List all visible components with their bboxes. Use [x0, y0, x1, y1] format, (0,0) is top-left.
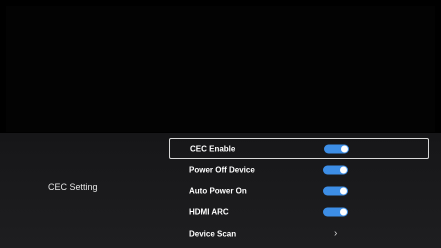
- menu-item-device-scan[interactable]: Device Scan ›: [169, 223, 429, 244]
- cec-menu-list: CEC Enable Power Off Device Auto Power O…: [169, 138, 429, 244]
- hdmi-arc-toggle[interactable]: [323, 207, 348, 217]
- preview-area: [6, 6, 435, 132]
- menu-item-auto-power-on[interactable]: Auto Power On: [169, 181, 429, 202]
- cec-enable-toggle[interactable]: [324, 144, 349, 153]
- tv-settings-screen: CEC Setting CEC Enable Power Off Device …: [0, 0, 441, 248]
- menu-item-label: CEC Enable: [190, 144, 236, 153]
- menu-item-label: Power Off Device: [189, 165, 255, 175]
- chevron-right-icon: ›: [334, 227, 338, 239]
- toggle-knob: [340, 187, 347, 195]
- toggle-knob: [340, 208, 347, 216]
- menu-item-cec-enable[interactable]: CEC Enable: [169, 138, 429, 159]
- menu-item-power-off-device[interactable]: Power Off Device: [169, 159, 429, 180]
- menu-item-label: Device Scan: [189, 229, 237, 239]
- menu-item-label: HDMI ARC: [189, 207, 229, 217]
- power-off-device-toggle[interactable]: [323, 165, 348, 175]
- section-title: CEC Setting: [48, 182, 98, 192]
- toggle-knob: [340, 166, 347, 174]
- menu-item-label: Auto Power On: [189, 186, 247, 196]
- auto-power-on-toggle[interactable]: [323, 186, 348, 196]
- toggle-knob: [341, 145, 348, 152]
- menu-item-hdmi-arc[interactable]: HDMI ARC: [169, 202, 429, 223]
